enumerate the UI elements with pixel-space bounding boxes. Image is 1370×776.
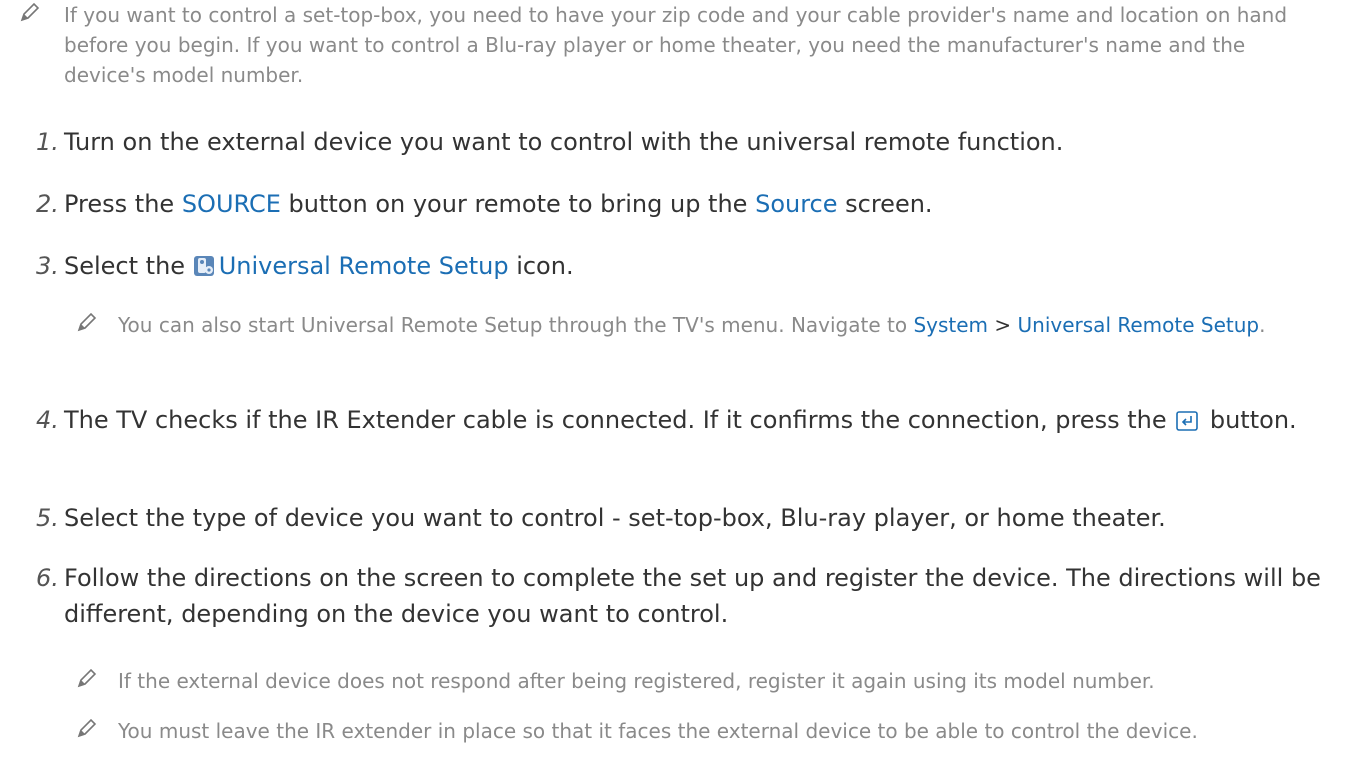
step-number: 1. bbox=[36, 128, 59, 156]
step-text: Select the type of device you want to co… bbox=[64, 504, 1166, 532]
step-text: icon. bbox=[508, 252, 574, 280]
note-text: You can also start Universal Remote Setu… bbox=[118, 313, 914, 337]
enter-icon bbox=[1176, 411, 1199, 431]
pencil-icon bbox=[77, 312, 97, 332]
system-menu-label: System bbox=[913, 313, 989, 337]
step-6-note-1: If the external device does not respond … bbox=[77, 666, 1358, 696]
source-button-label: SOURCE bbox=[181, 190, 281, 218]
step-text: button on your remote to bring up the bbox=[280, 190, 756, 218]
step-text: Turn on the external device you want to … bbox=[64, 128, 1064, 156]
intro-note-text: If you want to control a set-top-box, yo… bbox=[64, 3, 1288, 87]
pencil-icon bbox=[20, 2, 40, 22]
pencil-icon bbox=[77, 668, 97, 688]
note-text: . bbox=[1259, 313, 1266, 337]
note-text: You must leave the IR extender in place … bbox=[118, 719, 1198, 743]
intro-note: If you want to control a set-top-box, yo… bbox=[20, 0, 1324, 90]
step-number: 4. bbox=[36, 406, 59, 434]
universal-remote-setup-label: Universal Remote Setup bbox=[218, 252, 509, 280]
step-3-note: You can also start Universal Remote Setu… bbox=[77, 310, 1318, 340]
source-screen-label: Source bbox=[755, 190, 838, 218]
step-number: 3. bbox=[36, 252, 59, 280]
manual-page: If you want to control a set-top-box, yo… bbox=[0, 0, 1370, 776]
step-text: Follow the directions on the screen to c… bbox=[64, 564, 1321, 628]
universal-remote-setup-icon bbox=[193, 256, 214, 276]
step-text: Press the bbox=[64, 190, 182, 218]
step-4: 4. The TV checks if the IR Extender cabl… bbox=[36, 402, 1334, 438]
step-text: button. bbox=[1202, 406, 1297, 434]
step-6-note-2: You must leave the IR extender in place … bbox=[77, 716, 1318, 746]
step-text: Select the bbox=[64, 252, 193, 280]
step-text: screen. bbox=[837, 190, 933, 218]
universal-remote-setup-menu-label: Universal Remote Setup bbox=[1017, 313, 1260, 337]
pencil-icon bbox=[77, 718, 97, 738]
note-text: If the external device does not respond … bbox=[118, 669, 1155, 693]
step-number: 6. bbox=[36, 564, 59, 592]
menu-separator: > bbox=[988, 313, 1018, 337]
step-3: 3. Select the Universal Remote Setup ico… bbox=[36, 248, 1344, 284]
step-number: 2. bbox=[36, 190, 59, 218]
step-1: 1. Turn on the external device you want … bbox=[36, 124, 1344, 160]
step-text: The TV checks if the IR Extender cable i… bbox=[64, 406, 1175, 434]
step-2: 2. Press the SOURCE button on your remot… bbox=[36, 186, 1344, 222]
step-6: 6. Follow the directions on the screen t… bbox=[36, 560, 1354, 632]
step-number: 5. bbox=[36, 504, 59, 532]
step-5: 5. Select the type of device you want to… bbox=[36, 500, 1344, 536]
